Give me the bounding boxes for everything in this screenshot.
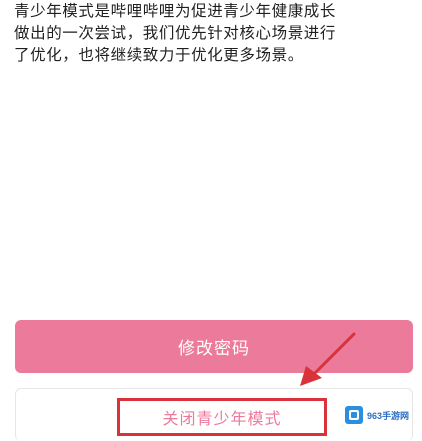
watermark-logo-icon xyxy=(345,406,363,424)
close-teen-mode-label: 关闭青少年模式 xyxy=(162,409,282,428)
teen-mode-description: 青少年模式是哔哩哔哩为促进青少年健康成长 做出的一次尝试，我们优先针对核心场景进… xyxy=(14,0,414,66)
description-line-2: 做出的一次尝试，我们优先针对核心场景进行 xyxy=(14,24,337,42)
watermark-text: 963手游网 xyxy=(367,410,410,421)
description-line-1: 青少年模式是哔哩哔哩为促进青少年健康成长 xyxy=(14,2,337,20)
change-password-button[interactable]: 修改密码 xyxy=(15,320,413,373)
change-password-label: 修改密码 xyxy=(178,339,250,359)
watermark: 963手游网 xyxy=(345,405,409,425)
description-line-3: 了优化，也将继续致力于优化更多场景。 xyxy=(14,46,304,64)
close-teen-mode-highlight[interactable]: 关闭青少年模式 xyxy=(117,398,327,436)
